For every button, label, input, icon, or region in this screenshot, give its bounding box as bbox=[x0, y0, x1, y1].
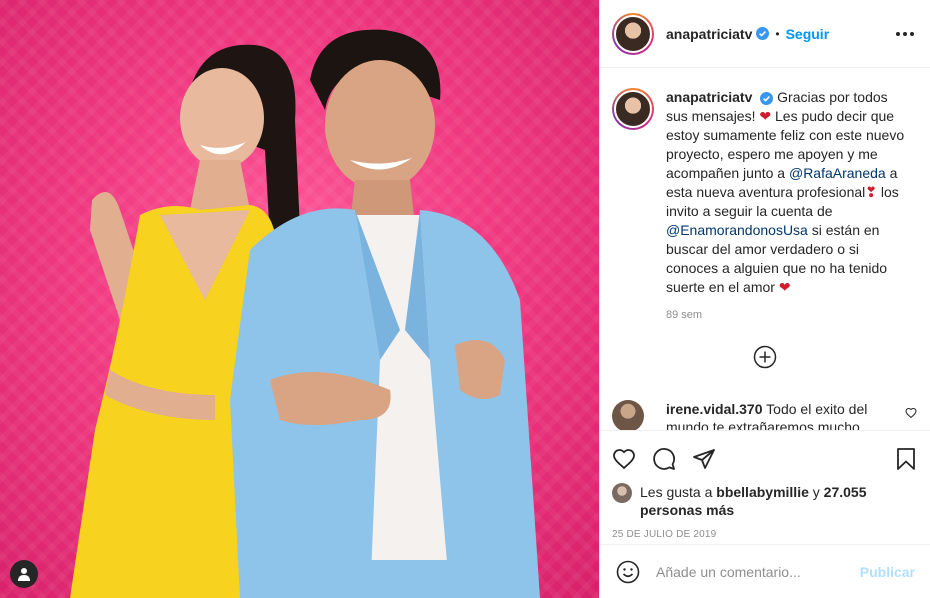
author-username[interactable]: anapatriciatv bbox=[666, 26, 752, 42]
comment-icon[interactable] bbox=[652, 447, 676, 471]
follow-button[interactable]: Seguir bbox=[786, 26, 830, 42]
post-side-panel: anapatriciatv • Seguir anapatriciatv Gra… bbox=[599, 0, 930, 598]
likes-text: Les gusta a bbellabymillie y 27.055 pers… bbox=[640, 483, 918, 519]
caption-username[interactable]: anapatriciatv bbox=[666, 89, 752, 105]
load-more-icon[interactable] bbox=[753, 345, 777, 369]
mention-rafaaraneda[interactable]: @RafaAraneda bbox=[789, 165, 886, 181]
heart-icon[interactable] bbox=[612, 447, 636, 471]
comments-section: anapatriciatv Gracias por todos sus mens… bbox=[600, 68, 930, 430]
bookmark-icon[interactable] bbox=[894, 447, 918, 471]
add-comment-bar: Publicar bbox=[600, 544, 930, 598]
action-icons-row bbox=[612, 439, 918, 479]
post-header: anapatriciatv • Seguir bbox=[600, 0, 930, 68]
likes-prefix: Les gusta a bbox=[640, 484, 713, 500]
share-icon[interactable] bbox=[692, 447, 716, 471]
separator-dot: • bbox=[775, 26, 780, 41]
liker-username[interactable]: bbellabymillie bbox=[716, 484, 809, 500]
liker-avatar[interactable] bbox=[612, 483, 632, 503]
verified-badge-icon bbox=[760, 91, 774, 105]
post-date: 25 DE JULIO DE 2019 bbox=[612, 529, 717, 540]
verified-badge-icon bbox=[756, 27, 770, 40]
caption-text: anapatriciatv Gracias por todos sus mens… bbox=[666, 88, 906, 297]
heart-exclamation-emoji-icon: ❣ bbox=[865, 184, 877, 200]
photo-people-illustration bbox=[70, 29, 540, 598]
commenter-avatar[interactable] bbox=[612, 400, 644, 430]
post-photo[interactable] bbox=[0, 0, 599, 598]
caption-time: 89 sem bbox=[666, 309, 703, 321]
caption-avatar[interactable] bbox=[612, 88, 654, 130]
comment-item: irene.vidal.370 Todo el exito del mundo … bbox=[612, 400, 917, 430]
likes-joiner: y bbox=[812, 484, 820, 500]
commenter-username[interactable]: irene.vidal.370 bbox=[666, 401, 763, 417]
comment-input[interactable] bbox=[656, 563, 860, 580]
more-options-icon[interactable] bbox=[896, 31, 914, 36]
author-avatar[interactable] bbox=[612, 12, 654, 55]
mention-enamorandonosusa[interactable]: @EnamorandonosUsa bbox=[666, 222, 808, 238]
comment-text: irene.vidal.370 Todo el exito del mundo … bbox=[666, 400, 891, 430]
likes-summary: Les gusta a bbellabymillie y 27.055 pers… bbox=[612, 483, 918, 519]
tag-user-button[interactable] bbox=[10, 560, 38, 588]
comment-like-heart-icon[interactable] bbox=[905, 406, 917, 430]
red-heart-emoji-icon: ❤ bbox=[778, 279, 791, 295]
emoji-icon[interactable] bbox=[616, 560, 640, 584]
caption: anapatriciatv Gracias por todos sus mens… bbox=[612, 88, 914, 297]
red-heart-emoji-icon: ❤ bbox=[759, 108, 772, 124]
publish-button[interactable]: Publicar bbox=[860, 564, 915, 580]
tag-user-icon bbox=[18, 568, 30, 581]
